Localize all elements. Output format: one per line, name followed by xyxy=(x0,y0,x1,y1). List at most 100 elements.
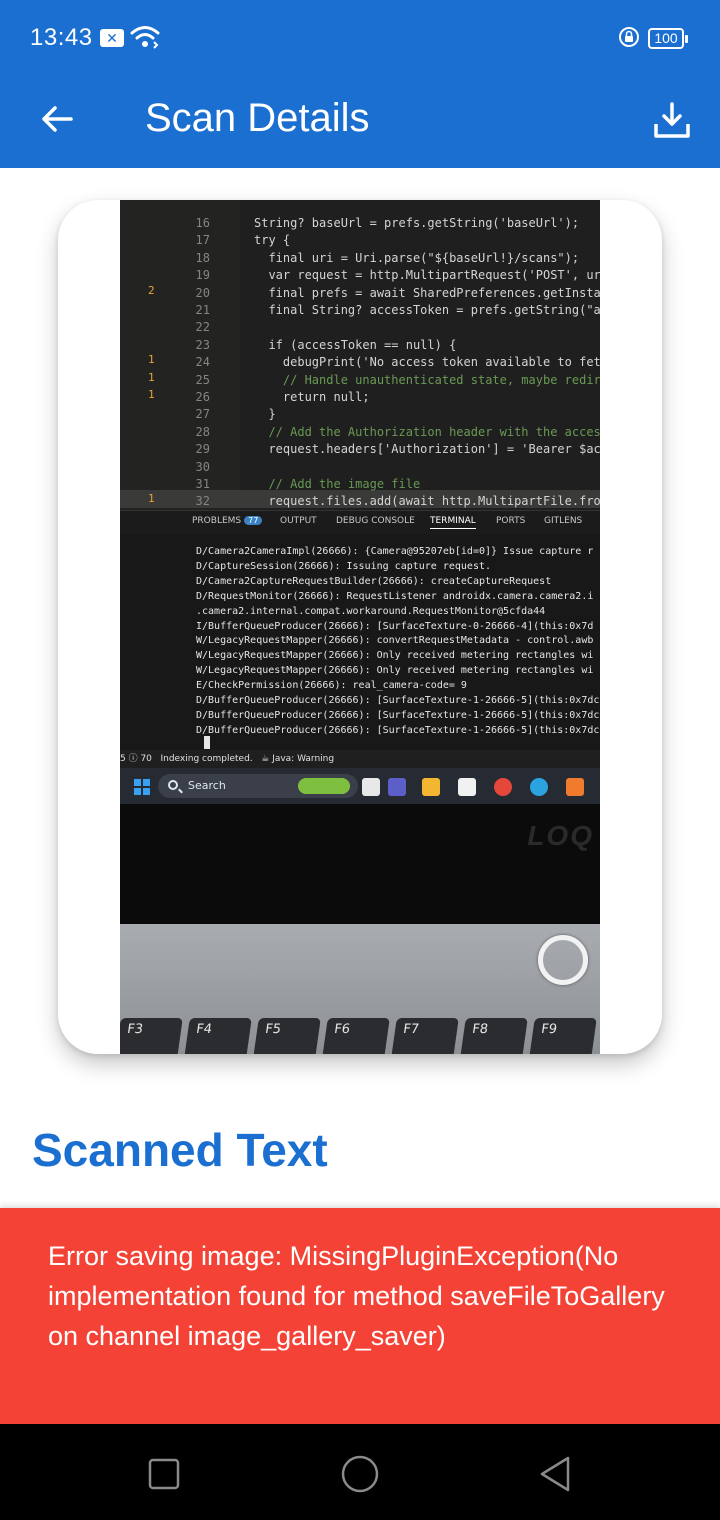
panel-tab-label: GITLENS xyxy=(544,516,583,526)
terminal-line: W/LegacyRequestMapper(26666): Only recei… xyxy=(196,665,594,677)
terminal-line: D/Camera2CameraImpl(26666): {Camera@9520… xyxy=(196,546,594,557)
terminal-line: W/LegacyRequestMapper(26666): Only recei… xyxy=(196,650,594,662)
keyboard-key: F9 xyxy=(529,1018,597,1054)
code-text: // Add the image file xyxy=(254,477,421,491)
code-line: 16 String? baseUrl = prefs.getString('bas… xyxy=(120,214,600,232)
telegram-icon xyxy=(530,778,548,796)
keyboard-key: F5 xyxy=(253,1018,321,1054)
recents-button[interactable] xyxy=(144,1454,184,1494)
code-line: 28 // Add the Authorization header with … xyxy=(120,423,600,441)
code-text: // Handle unauthenticated state, maybe r… xyxy=(254,372,600,387)
panel-tab-ports: PORTS xyxy=(496,516,525,526)
scanned-text-heading: Scanned Text xyxy=(32,1124,328,1176)
download-button[interactable] xyxy=(642,90,702,150)
code-line: 31 // Add the image file xyxy=(120,475,600,493)
line-number: 18 xyxy=(195,250,210,265)
code-text: String? baseUrl = prefs.getString('baseU… xyxy=(254,216,580,230)
code-line: 23 if (accessToken == null) { xyxy=(120,336,600,354)
square-icon xyxy=(148,1458,180,1490)
taskbar-search-label: Search xyxy=(188,779,226,792)
chrome-icon xyxy=(494,778,512,796)
terminal-line: D/Camera2CaptureRequestBuilder(26666): c… xyxy=(196,575,552,587)
panel-tab-label: TERMINAL xyxy=(430,516,476,526)
gutter-mark: 1 xyxy=(148,388,155,401)
line-number: 31 xyxy=(195,477,210,491)
store-icon xyxy=(458,778,476,796)
problems-count-badge: 77 xyxy=(244,516,263,525)
app-icon xyxy=(566,778,584,796)
arrow-left-icon xyxy=(42,106,73,132)
gutter-mark: 1 xyxy=(148,492,155,506)
line-number: 29 xyxy=(195,442,210,457)
circle-icon xyxy=(341,1455,379,1493)
line-number: 24 xyxy=(195,355,210,370)
battery-indicator: 100 xyxy=(648,28,688,49)
nav-back-button[interactable] xyxy=(536,1454,576,1494)
line-number: 23 xyxy=(195,337,210,352)
code-line: 20 final prefs = await SharedPreferences… xyxy=(120,284,600,302)
gutter-mark: 1 xyxy=(148,353,155,367)
home-button[interactable] xyxy=(340,1454,380,1494)
line-number: 21 xyxy=(195,303,210,317)
terminal-output: D/Camera2CameraImpl(26666): {Camera@9520… xyxy=(120,534,600,750)
terminal-line: I/BufferQueueProducer(26666): [SurfaceTe… xyxy=(196,620,594,632)
code-editor: 16 String? baseUrl = prefs.getString('bas… xyxy=(120,200,600,510)
code-text: debugPrint('No access token available to… xyxy=(254,355,600,370)
code-text: } xyxy=(254,407,276,422)
code-text: request.headers['Authorization'] = 'Bear… xyxy=(254,442,600,457)
terminal-line: D/BufferQueueProducer(26666): [SurfaceTe… xyxy=(196,709,600,721)
code-line: 25 // Handle unauthenticated state, mayb… xyxy=(120,371,600,389)
search-icon xyxy=(168,780,178,790)
terminal-line: D/RequestMonitor(26666): RequestListener… xyxy=(196,590,594,602)
task-view-icon xyxy=(362,778,380,796)
windows-taskbar: Search xyxy=(120,768,600,804)
line-number: 28 xyxy=(195,424,210,439)
terminal-cursor xyxy=(204,736,210,749)
assistive-ring-icon xyxy=(538,935,588,985)
terminal-line: D/CaptureSession(26666): Issuing capture… xyxy=(196,560,492,572)
keyboard-key: F8 xyxy=(460,1018,528,1054)
terminal-line: E/CheckPermission(26666): real_camera-co… xyxy=(196,680,467,692)
rotation-lock-icon xyxy=(618,26,640,53)
scan-photo: 16 String? baseUrl = prefs.getString('bas… xyxy=(120,200,600,1054)
panel-tabs: PROBLEMS 77 OUTPUT DEBUG CONSOLE TERMINAL POR… xyxy=(120,510,600,534)
code-text: return null; xyxy=(254,390,370,404)
keyboard-key: F6 xyxy=(322,1018,390,1054)
taskbar-search: Search xyxy=(158,774,358,798)
terminal-line: D/BufferQueueProducer(26666): [SurfaceTe… xyxy=(196,695,600,706)
code-text: final uri = Uri.parse("${baseUrl!}/scans… xyxy=(254,250,580,265)
panel-tab-label: DEBUG CONSOLE xyxy=(336,516,415,526)
code-text: var request = http.MultipartRequest('POS… xyxy=(254,268,600,283)
line-number: 22 xyxy=(195,320,210,335)
code-line: 22 xyxy=(120,318,600,336)
code-line: 17 try { xyxy=(120,231,600,249)
line-number: 16 xyxy=(195,216,210,230)
folder-icon xyxy=(422,778,440,796)
terminal-line: .camera2.internal.compat.workaround.Requ… xyxy=(196,605,546,617)
panel-tab-label: PORTS xyxy=(496,516,526,526)
triangle-back-icon xyxy=(540,1456,570,1492)
status-bar: 13:43 ✕ 100 xyxy=(0,0,720,78)
error-snackbar: Error saving image: MissingPluginExcepti… xyxy=(0,1208,720,1424)
gutter-mark: 1 xyxy=(148,370,155,384)
line-number: 25 xyxy=(195,372,210,387)
code-line: 21 final String? accessToken = prefs.get… xyxy=(120,301,600,319)
line-number: 32 xyxy=(195,494,210,509)
panel-tab-debug-console: DEBUG CONSOLE xyxy=(336,516,415,526)
scan-image-card[interactable]: 16 String? baseUrl = prefs.getString('bas… xyxy=(58,200,662,1054)
code-text: if (accessToken == null) { xyxy=(254,337,457,352)
line-number: 20 xyxy=(195,285,210,300)
system-nav-bar xyxy=(0,1424,720,1520)
code-text: // Add the Authorization header with the… xyxy=(254,424,600,439)
line-number: 17 xyxy=(195,233,210,248)
code-text: final prefs = await SharedPreferences.ge… xyxy=(254,285,600,300)
teams-icon xyxy=(388,778,406,796)
keyboard-key: F4 xyxy=(184,1018,252,1054)
terminal-line: W/LegacyRequestMapper(26666): convertReq… xyxy=(196,635,594,647)
back-button[interactable] xyxy=(30,92,84,146)
code-line: 29 request.headers['Authorization'] = 'B… xyxy=(120,440,600,458)
wifi-icon xyxy=(130,24,160,55)
code-text: try { xyxy=(254,233,291,248)
code-text: request.files.add(await http.MultipartFi… xyxy=(254,494,600,509)
gutter-mark: 2 xyxy=(148,283,155,297)
